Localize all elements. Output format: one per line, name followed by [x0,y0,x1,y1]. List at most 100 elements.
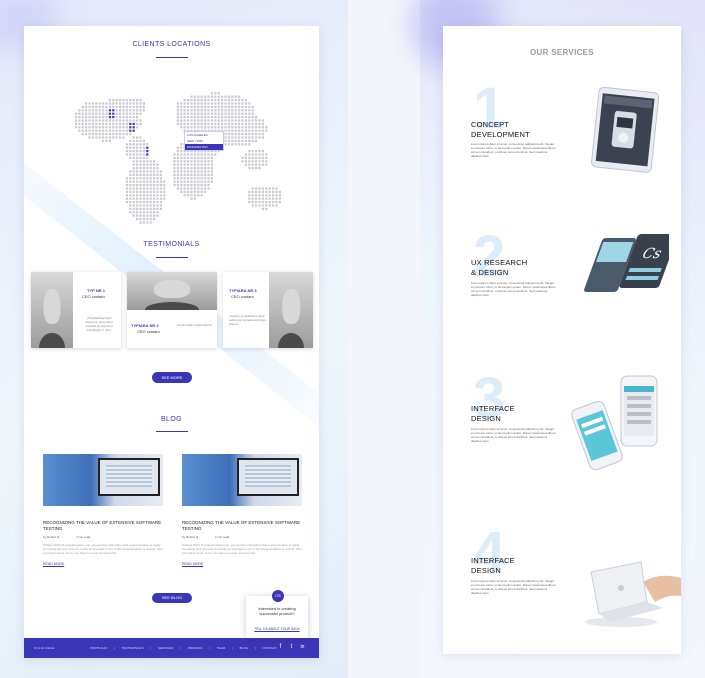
map-dot [197,105,200,108]
map-location-dot[interactable] [108,109,111,112]
map-dot [95,112,98,115]
footer-link-testimonials[interactable]: TESTIMONIALS [122,646,144,650]
location-dropdown[interactable]: LOS ANGELES NEW YORK WASHINGTON [184,131,224,151]
read-more-link[interactable]: READ MORE [182,562,203,566]
map-dot [210,122,213,125]
map-dot [183,177,186,180]
map-dot [142,207,145,210]
map-location-dot[interactable] [146,146,149,149]
map-dot [139,204,142,207]
facebook-icon[interactable]: f [276,643,285,652]
map-dot [251,204,254,207]
map-dot [183,105,186,108]
map-dot [142,109,145,112]
map-dot [132,190,135,193]
testimonial-card[interactable]: TYP NR 1 CEO costam „Przykładowy tekst r… [31,272,121,348]
map-dot [197,122,200,125]
post-title[interactable]: RECOGNIZING THE VALUE OF EXTENSIVE SOFTW… [43,520,163,532]
map-dot [180,116,183,119]
map-dot [146,160,149,163]
see-more-button[interactable]: SEE MORE [152,372,192,383]
map-dot [221,102,224,105]
map-dot [190,180,193,183]
footer-link-contact[interactable]: CONTACT [262,646,276,650]
footer-link-team[interactable]: TEAM [217,646,225,650]
map-location-dot[interactable] [129,122,132,125]
map-dot [200,109,203,112]
footer-link-process[interactable]: PROCESS [188,646,203,650]
popup-cta-link[interactable]: TELL US ABOUT YOUR IDEA! [250,627,304,631]
map-dot [132,184,135,187]
map-location-dot[interactable] [146,153,149,156]
map-dot [136,190,139,193]
map-dot [136,126,139,129]
map-dot [187,163,190,166]
map-dot [125,146,128,149]
map-location-dot[interactable] [112,112,115,115]
map-dot [204,156,207,159]
map-dot [214,112,217,115]
map-dot [224,139,227,142]
map-dot [129,133,132,136]
testimonial-card[interactable]: TYPIARA NR 3 CEO costam „Kolejny przykła… [223,272,313,348]
map-location-dot[interactable] [108,116,111,119]
map-dot [197,194,200,197]
map-dot [81,119,84,122]
map-location-dot[interactable] [129,129,132,132]
map-dot [136,99,139,102]
map-dot [74,112,77,115]
map-dot [183,194,186,197]
map-dot [125,153,128,156]
post-title[interactable]: RECOGNIZING THE VALUE OF EXTENSIVE SOFTW… [182,520,302,532]
map-dot [108,102,111,105]
map-dot [255,187,258,190]
map-location-dot[interactable] [108,112,111,115]
map-dot [132,197,135,200]
map-dot [125,119,128,122]
map-dot [251,160,254,163]
footer-separator: | [232,646,233,650]
map-dot [91,102,94,105]
map-location-dot[interactable] [132,129,135,132]
map-location-dot[interactable] [132,122,135,125]
map-dot [193,180,196,183]
map-dot [98,133,101,136]
map-dot [74,119,77,122]
map-dot [180,187,183,190]
footer-link-blog[interactable]: BLOG [240,646,248,650]
map-dot [238,119,241,122]
map-location-dot[interactable] [146,150,149,153]
post-image[interactable] [182,454,302,506]
map-dot [227,136,230,139]
map-location-dot[interactable] [132,126,135,129]
post-image[interactable] [43,454,163,506]
map-dot [217,105,220,108]
map-dot [200,190,203,193]
map-location-dot[interactable] [112,109,115,112]
footer-link-services[interactable]: SERVICES [158,646,173,650]
see-blog-button[interactable]: SEE BLOG [152,593,192,603]
testimonial-name: TYP NR 1 [87,288,105,293]
twitter-icon[interactable]: t [287,643,296,652]
location-item-selected[interactable]: WASHINGTON [185,144,223,150]
map-dot [95,102,98,105]
map-location-dot[interactable] [112,116,115,119]
map-location-dot[interactable] [129,126,132,129]
map-dot [193,177,196,180]
map-dot [139,190,142,193]
footer-link-portfolio[interactable]: PORTFOLIO [90,646,107,650]
testimonial-card[interactable]: TYPIARA NR 2 CEO costam „Krótki cytat z … [127,272,217,348]
map-dot [210,102,213,105]
map-dot [241,133,244,136]
map-dot [91,116,94,119]
map-dot [149,207,152,210]
map-dot [153,160,156,163]
linkedin-icon[interactable]: in [298,643,307,652]
contact-popup[interactable]: CS Interested in creating successful pro… [246,590,308,638]
map-dot [221,95,224,98]
map-dot [176,109,179,112]
map-dot [231,99,234,102]
map-dot [214,116,217,119]
read-more-link[interactable]: READ MORE [43,562,64,566]
map-dot [146,184,149,187]
